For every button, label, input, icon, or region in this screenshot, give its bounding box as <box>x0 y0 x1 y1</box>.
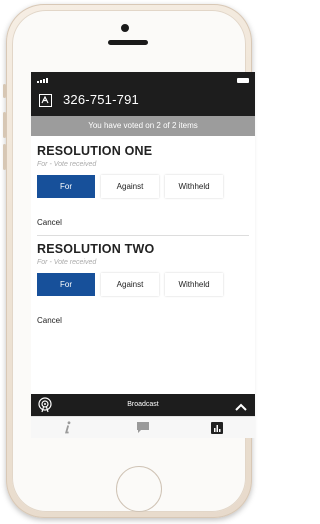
chevron-up-icon[interactable] <box>235 399 247 417</box>
cancel-vote-link[interactable]: Cancel <box>37 218 249 227</box>
volume-down-button <box>3 144 6 170</box>
resolution-title: RESOLUTION TWO <box>37 242 155 256</box>
volume-up-button <box>3 112 6 138</box>
resolution-one: RESOLUTION ONE For - Vote received For A… <box>31 136 255 236</box>
vote-options: For Against Withheld <box>37 273 249 296</box>
earpiece-speaker <box>108 40 148 45</box>
broadcast-bar[interactable]: Broadcast <box>31 394 255 416</box>
vote-options: For Against Withheld <box>37 175 249 198</box>
vote-against-button[interactable]: Against <box>101 175 159 198</box>
voted-banner: You have voted on 2 of 2 items <box>31 116 255 136</box>
cancel-vote-link[interactable]: Cancel <box>37 316 249 325</box>
front-camera <box>121 24 129 32</box>
resolution-two: RESOLUTION TWO For - Vote received For A… <box>31 236 255 325</box>
bottom-tab-bar <box>31 416 255 438</box>
vote-for-button[interactable]: For <box>37 175 95 198</box>
vote-withheld-button[interactable]: Withheld <box>165 175 223 198</box>
vote-status: For - Vote received <box>37 161 97 168</box>
chat-icon[interactable] <box>136 421 150 438</box>
app-screen: 326-751-791 You have voted on 2 of 2 ite… <box>31 72 255 438</box>
vote-against-button[interactable]: Against <box>101 273 159 296</box>
meeting-id: 326-751-791 <box>63 92 139 107</box>
meeting-icon <box>39 94 52 107</box>
info-icon[interactable] <box>63 421 73 438</box>
vote-status: For - Vote received <box>37 259 97 266</box>
vote-for-button[interactable]: For <box>37 273 95 296</box>
broadcast-label: Broadcast <box>127 401 159 408</box>
top-bar: 326-751-791 <box>31 72 255 116</box>
resolution-title: RESOLUTION ONE <box>37 144 153 158</box>
signal-icon <box>37 78 48 83</box>
mute-switch <box>3 84 6 98</box>
home-button[interactable] <box>116 466 162 512</box>
vote-withheld-button[interactable]: Withheld <box>165 273 223 296</box>
results-chart-icon[interactable] <box>211 421 223 438</box>
battery-icon <box>237 78 249 83</box>
